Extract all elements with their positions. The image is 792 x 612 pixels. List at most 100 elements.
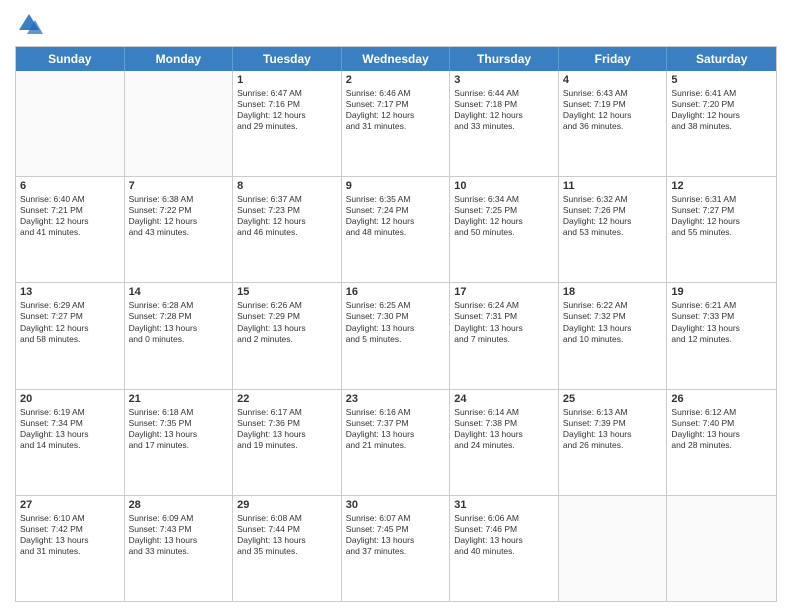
cell-line: Daylight: 12 hours [20, 216, 120, 227]
cell-line: Sunrise: 6:31 AM [671, 194, 772, 205]
cell-line: Sunset: 7:21 PM [20, 205, 120, 216]
weekday-header: Tuesday [233, 47, 342, 71]
calendar-empty-cell [667, 496, 776, 601]
cell-line: and 38 minutes. [671, 121, 772, 132]
cell-line: Sunrise: 6:18 AM [129, 407, 229, 418]
cell-line: and 31 minutes. [20, 546, 120, 557]
day-number: 21 [129, 393, 229, 405]
calendar-day-26: 26Sunrise: 6:12 AMSunset: 7:40 PMDayligh… [667, 390, 776, 495]
cell-line: Daylight: 12 hours [563, 110, 663, 121]
calendar-day-14: 14Sunrise: 6:28 AMSunset: 7:28 PMDayligh… [125, 283, 234, 388]
cell-line: Sunrise: 6:13 AM [563, 407, 663, 418]
cell-line: Sunrise: 6:07 AM [346, 513, 446, 524]
day-number: 19 [671, 286, 772, 298]
page: SundayMondayTuesdayWednesdayThursdayFrid… [0, 0, 792, 612]
calendar-row: 13Sunrise: 6:29 AMSunset: 7:27 PMDayligh… [16, 283, 776, 389]
cell-line: and 12 minutes. [671, 334, 772, 345]
cell-line: and 43 minutes. [129, 227, 229, 238]
day-number: 30 [346, 499, 446, 511]
cell-line: and 14 minutes. [20, 440, 120, 451]
calendar-day-12: 12Sunrise: 6:31 AMSunset: 7:27 PMDayligh… [667, 177, 776, 282]
calendar-body: 1Sunrise: 6:47 AMSunset: 7:16 PMDaylight… [16, 71, 776, 601]
calendar-day-24: 24Sunrise: 6:14 AMSunset: 7:38 PMDayligh… [450, 390, 559, 495]
calendar-day-8: 8Sunrise: 6:37 AMSunset: 7:23 PMDaylight… [233, 177, 342, 282]
day-number: 22 [237, 393, 337, 405]
cell-line: Sunrise: 6:08 AM [237, 513, 337, 524]
day-number: 4 [563, 74, 663, 86]
cell-line: Sunset: 7:35 PM [129, 418, 229, 429]
cell-line: and 41 minutes. [20, 227, 120, 238]
cell-line: Daylight: 13 hours [20, 429, 120, 440]
cell-line: Sunset: 7:16 PM [237, 99, 337, 110]
day-number: 29 [237, 499, 337, 511]
calendar-header: SundayMondayTuesdayWednesdayThursdayFrid… [16, 47, 776, 71]
cell-line: and 40 minutes. [454, 546, 554, 557]
cell-line: Sunrise: 6:28 AM [129, 300, 229, 311]
cell-line: Sunrise: 6:38 AM [129, 194, 229, 205]
cell-line: and 29 minutes. [237, 121, 337, 132]
cell-line: Daylight: 13 hours [563, 323, 663, 334]
cell-line: and 5 minutes. [346, 334, 446, 345]
cell-line: and 53 minutes. [563, 227, 663, 238]
cell-line: Sunrise: 6:16 AM [346, 407, 446, 418]
calendar-day-2: 2Sunrise: 6:46 AMSunset: 7:17 PMDaylight… [342, 71, 451, 176]
weekday-header: Saturday [667, 47, 776, 71]
cell-line: Sunrise: 6:21 AM [671, 300, 772, 311]
calendar-day-29: 29Sunrise: 6:08 AMSunset: 7:44 PMDayligh… [233, 496, 342, 601]
cell-line: and 36 minutes. [563, 121, 663, 132]
cell-line: and 19 minutes. [237, 440, 337, 451]
cell-line: Sunset: 7:37 PM [346, 418, 446, 429]
cell-line: Sunset: 7:24 PM [346, 205, 446, 216]
cell-line: Daylight: 13 hours [454, 535, 554, 546]
cell-line: Daylight: 12 hours [454, 216, 554, 227]
calendar-row: 20Sunrise: 6:19 AMSunset: 7:34 PMDayligh… [16, 390, 776, 496]
cell-line: and 58 minutes. [20, 334, 120, 345]
cell-line: Sunset: 7:36 PM [237, 418, 337, 429]
calendar-empty-cell [16, 71, 125, 176]
calendar-day-4: 4Sunrise: 6:43 AMSunset: 7:19 PMDaylight… [559, 71, 668, 176]
cell-line: Sunrise: 6:34 AM [454, 194, 554, 205]
cell-line: Sunset: 7:31 PM [454, 311, 554, 322]
cell-line: and 37 minutes. [346, 546, 446, 557]
cell-line: Sunrise: 6:35 AM [346, 194, 446, 205]
cell-line: Daylight: 12 hours [671, 110, 772, 121]
cell-line: Daylight: 13 hours [237, 535, 337, 546]
calendar-day-15: 15Sunrise: 6:26 AMSunset: 7:29 PMDayligh… [233, 283, 342, 388]
cell-line: Sunrise: 6:19 AM [20, 407, 120, 418]
calendar-day-28: 28Sunrise: 6:09 AMSunset: 7:43 PMDayligh… [125, 496, 234, 601]
calendar-day-19: 19Sunrise: 6:21 AMSunset: 7:33 PMDayligh… [667, 283, 776, 388]
cell-line: and 7 minutes. [454, 334, 554, 345]
cell-line: Sunrise: 6:46 AM [346, 88, 446, 99]
cell-line: Daylight: 12 hours [454, 110, 554, 121]
day-number: 12 [671, 180, 772, 192]
cell-line: Sunrise: 6:37 AM [237, 194, 337, 205]
cell-line: Daylight: 12 hours [346, 216, 446, 227]
cell-line: Sunset: 7:38 PM [454, 418, 554, 429]
cell-line: and 21 minutes. [346, 440, 446, 451]
cell-line: Daylight: 13 hours [20, 535, 120, 546]
cell-line: Sunset: 7:27 PM [671, 205, 772, 216]
calendar-day-17: 17Sunrise: 6:24 AMSunset: 7:31 PMDayligh… [450, 283, 559, 388]
cell-line: Daylight: 13 hours [237, 429, 337, 440]
cell-line: Sunset: 7:28 PM [129, 311, 229, 322]
calendar-day-1: 1Sunrise: 6:47 AMSunset: 7:16 PMDaylight… [233, 71, 342, 176]
cell-line: Sunrise: 6:24 AM [454, 300, 554, 311]
calendar-day-5: 5Sunrise: 6:41 AMSunset: 7:20 PMDaylight… [667, 71, 776, 176]
cell-line: Daylight: 13 hours [237, 323, 337, 334]
calendar-day-21: 21Sunrise: 6:18 AMSunset: 7:35 PMDayligh… [125, 390, 234, 495]
day-number: 8 [237, 180, 337, 192]
day-number: 24 [454, 393, 554, 405]
calendar-row: 27Sunrise: 6:10 AMSunset: 7:42 PMDayligh… [16, 496, 776, 601]
cell-line: and 46 minutes. [237, 227, 337, 238]
day-number: 11 [563, 180, 663, 192]
day-number: 2 [346, 74, 446, 86]
cell-line: and 28 minutes. [671, 440, 772, 451]
cell-line: Daylight: 12 hours [237, 216, 337, 227]
calendar-day-16: 16Sunrise: 6:25 AMSunset: 7:30 PMDayligh… [342, 283, 451, 388]
cell-line: Daylight: 13 hours [671, 323, 772, 334]
calendar-day-23: 23Sunrise: 6:16 AMSunset: 7:37 PMDayligh… [342, 390, 451, 495]
cell-line: Sunrise: 6:41 AM [671, 88, 772, 99]
day-number: 15 [237, 286, 337, 298]
cell-line: Sunrise: 6:17 AM [237, 407, 337, 418]
cell-line: Daylight: 13 hours [454, 323, 554, 334]
